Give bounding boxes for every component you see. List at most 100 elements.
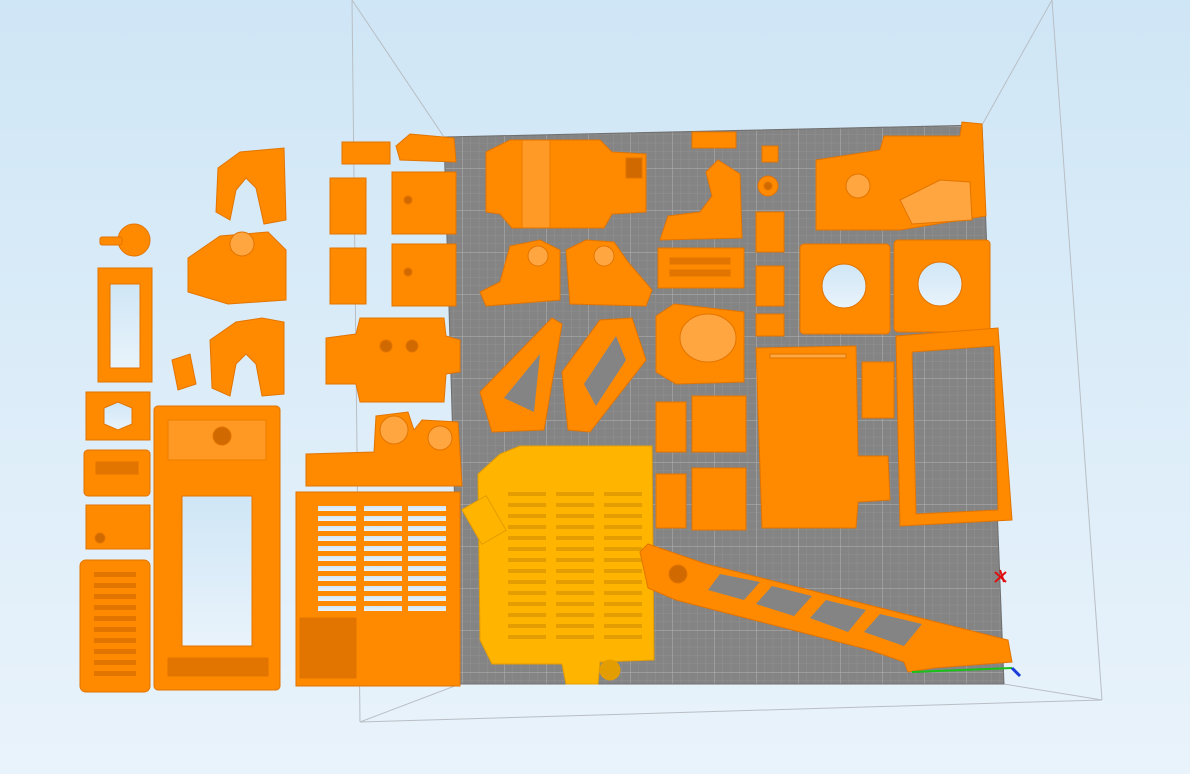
cover-slot: [556, 514, 594, 518]
grill-slot: [94, 660, 136, 665]
vent-slot: [318, 526, 356, 531]
cover-slot: [604, 536, 642, 540]
small-bracket-right[interactable]: [861, 361, 895, 419]
fan-duct-part[interactable]: [655, 303, 745, 385]
small-clip-a[interactable]: [341, 141, 391, 165]
vent-slot: [364, 556, 402, 561]
cover-slot: [508, 613, 546, 617]
motor-mount-right[interactable]: [893, 239, 991, 333]
vent-slot: [364, 516, 402, 521]
cover-slot: [604, 580, 642, 584]
cover-slot: [556, 591, 594, 595]
vent-slot: [364, 546, 402, 551]
vent-slot: [318, 586, 356, 591]
vent-slot: [364, 566, 402, 571]
cover-slot: [604, 624, 642, 628]
grill-slot: [94, 594, 136, 599]
grill-slot: [94, 572, 136, 577]
cover-slot: [604, 635, 642, 639]
hex-clamp-part[interactable]: [85, 391, 151, 441]
cover-slot: [556, 569, 594, 573]
vent-slot: [408, 526, 446, 531]
vent-slot: [408, 536, 446, 541]
parts-layer[interactable]: [79, 121, 1013, 693]
vent-slot: [364, 506, 402, 511]
cover-slot: [604, 613, 642, 617]
vent-slot: [318, 536, 356, 541]
psu-cover-part[interactable]: [895, 327, 1013, 527]
cover-slot: [508, 514, 546, 518]
display-frame-part[interactable]: [97, 267, 153, 383]
cover-slot: [556, 492, 594, 496]
vent-slot: [364, 576, 402, 581]
scene-canvas[interactable]: [0, 0, 1190, 774]
vent-slot: [364, 526, 402, 531]
vent-slot: [408, 596, 446, 601]
cover-slot: [508, 558, 546, 562]
grill-slot: [94, 583, 136, 588]
cover-slot: [508, 569, 546, 573]
belt-tensioner-part[interactable]: [657, 247, 745, 289]
grill-slot: [94, 671, 136, 676]
grill-slot: [94, 605, 136, 610]
cover-slot: [508, 602, 546, 606]
idler-clip-small[interactable]: [691, 131, 737, 149]
cover-slot: [556, 503, 594, 507]
tube-clamp-part[interactable]: [83, 449, 151, 497]
mount-plate-small[interactable]: [85, 504, 151, 550]
cover-slot: [556, 536, 594, 540]
electronics-box-cover[interactable]: [461, 445, 655, 685]
cover-slot: [604, 547, 642, 551]
cover-slot: [604, 503, 642, 507]
cover-slot: [604, 525, 642, 529]
fan-grill-part[interactable]: [79, 559, 151, 693]
cover-slot: [604, 602, 642, 606]
vent-slot: [408, 556, 446, 561]
cover-slot: [604, 514, 642, 518]
vent-slot: [408, 606, 446, 611]
vent-slot: [318, 566, 356, 571]
grill-slot: [94, 638, 136, 643]
vent-slot: [364, 586, 402, 591]
vent-slot: [318, 576, 356, 581]
small-clip-b[interactable]: [395, 133, 457, 163]
vent-slot: [408, 546, 446, 551]
cover-slot: [604, 558, 642, 562]
cover-slot: [508, 635, 546, 639]
vent-slot: [318, 596, 356, 601]
cover-slot: [604, 569, 642, 573]
cover-slot: [556, 602, 594, 606]
bearing-holder-2[interactable]: [329, 243, 457, 307]
3d-viewport[interactable]: [0, 0, 1190, 774]
cover-slot: [508, 547, 546, 551]
vent-slot: [318, 506, 356, 511]
vent-slot: [364, 596, 402, 601]
motor-mount-left[interactable]: [799, 243, 891, 335]
cover-slot: [508, 525, 546, 529]
vent-slot: [318, 556, 356, 561]
cover-slot: [508, 580, 546, 584]
bearing-housing-b[interactable]: [655, 467, 747, 531]
vent-slot: [318, 606, 356, 611]
bearing-holder-1[interactable]: [329, 171, 457, 235]
cover-slot: [604, 492, 642, 496]
cover-slot: [508, 492, 546, 496]
cover-slot: [556, 635, 594, 639]
cover-slot: [508, 503, 546, 507]
vent-slot: [318, 516, 356, 521]
cover-slot: [556, 547, 594, 551]
cover-slot: [508, 591, 546, 595]
cover-slot: [556, 613, 594, 617]
cover-slot: [556, 525, 594, 529]
electronics-box-lid[interactable]: [295, 491, 461, 687]
bearing-housing-a[interactable]: [655, 395, 747, 453]
cover-slot: [508, 536, 546, 540]
display-housing-part[interactable]: [153, 405, 281, 691]
grill-slot: [94, 616, 136, 621]
grill-slot: [94, 649, 136, 654]
vent-slot: [408, 516, 446, 521]
vent-slot: [318, 546, 356, 551]
cover-slot: [556, 580, 594, 584]
vent-slot: [408, 576, 446, 581]
grill-slot: [94, 627, 136, 632]
